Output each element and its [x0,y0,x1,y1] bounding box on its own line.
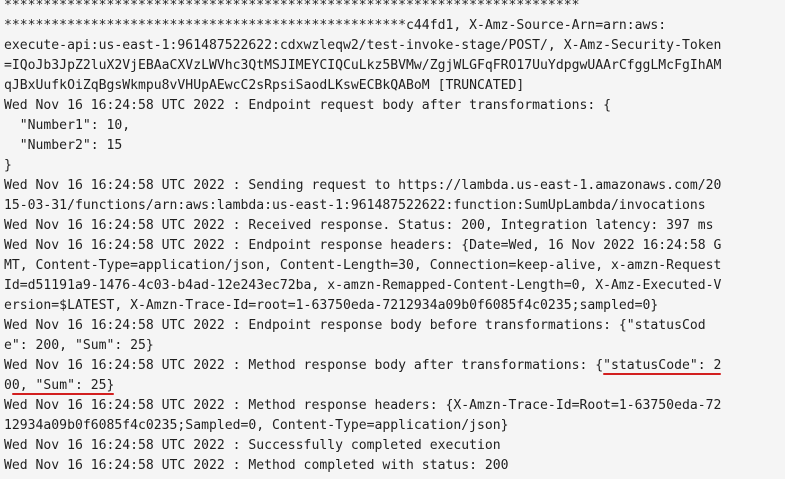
log-line: Wed Nov 16 16:24:58 UTC 2022 : Endpoint … [4,238,722,253]
red-underline-annotation [11,393,115,395]
log-line: Wed Nov 16 16:24:58 UTC 2022 : Method co… [4,458,509,473]
log-line: Wed Nov 16 16:24:58 UTC 2022 : Successfu… [4,438,501,453]
underlined-sum: 0, "Sum": 25} [11,378,115,395]
log-line-highlighted: 00, "Sum": 25} [4,376,784,396]
log-line: "Number1": 10, [4,118,131,133]
log-line: Wed Nov 16 16:24:58 UTC 2022 : Method re… [4,398,722,413]
log-line: e": 200, "Sum": 25} [4,338,154,353]
log-line: qJBxUufkOiZqBgsWkmpu8vVHUpAEwcC2sRpsiSao… [4,78,525,93]
log-line: ersion=$LATEST, X-Amzn-Trace-Id=root=1-6… [4,298,659,313]
log-line: 15-03-31/functions/arn:aws:lambda:us-eas… [4,198,706,213]
log-line-prefix: Wed Nov 16 16:24:58 UTC 2022 : Method re… [4,358,604,373]
red-underline-annotation [603,373,722,375]
log-line: "Number2": 15 [4,138,123,153]
underlined-status-code: "statusCode": 2 [603,358,722,375]
log-line: =IQoJb3JpZ2luX2VjEBAaCXVzLWVhc3QtMSJIMEY… [4,58,722,73]
log-line: ****************************************… [4,0,580,13]
log-line: Wed Nov 16 16:24:58 UTC 2022 : Endpoint … [4,98,611,113]
log-line: Wed Nov 16 16:24:58 UTC 2022 : Endpoint … [4,318,706,333]
log-line: Wed Nov 16 16:24:58 UTC 2022 : Received … [4,218,714,233]
log-line-highlighted: Wed Nov 16 16:24:58 UTC 2022 : Method re… [4,356,784,376]
underlined-text: 0, "Sum": 25} [11,378,115,393]
log-line: execute-api:us-east-1:961487522622:cdxwz… [4,38,722,53]
log-line: ****************************************… [4,18,667,33]
log-line: Id=d51191a9-1476-4c03-b4ad-12e243ec72ba,… [4,278,722,293]
log-line: } [4,158,12,173]
log-line: MT, Content-Type=application/json, Conte… [4,258,722,273]
log-line-prefix: 0 [4,378,12,393]
log-line: Wed Nov 16 16:24:58 UTC 2022 : Sending r… [4,178,722,193]
execution-log: ****************************************… [4,0,784,476]
log-line: 12934a09b0f6085f4c0235;Sampled=0, Conten… [4,418,509,433]
underlined-text: "statusCode": 2 [603,358,722,373]
